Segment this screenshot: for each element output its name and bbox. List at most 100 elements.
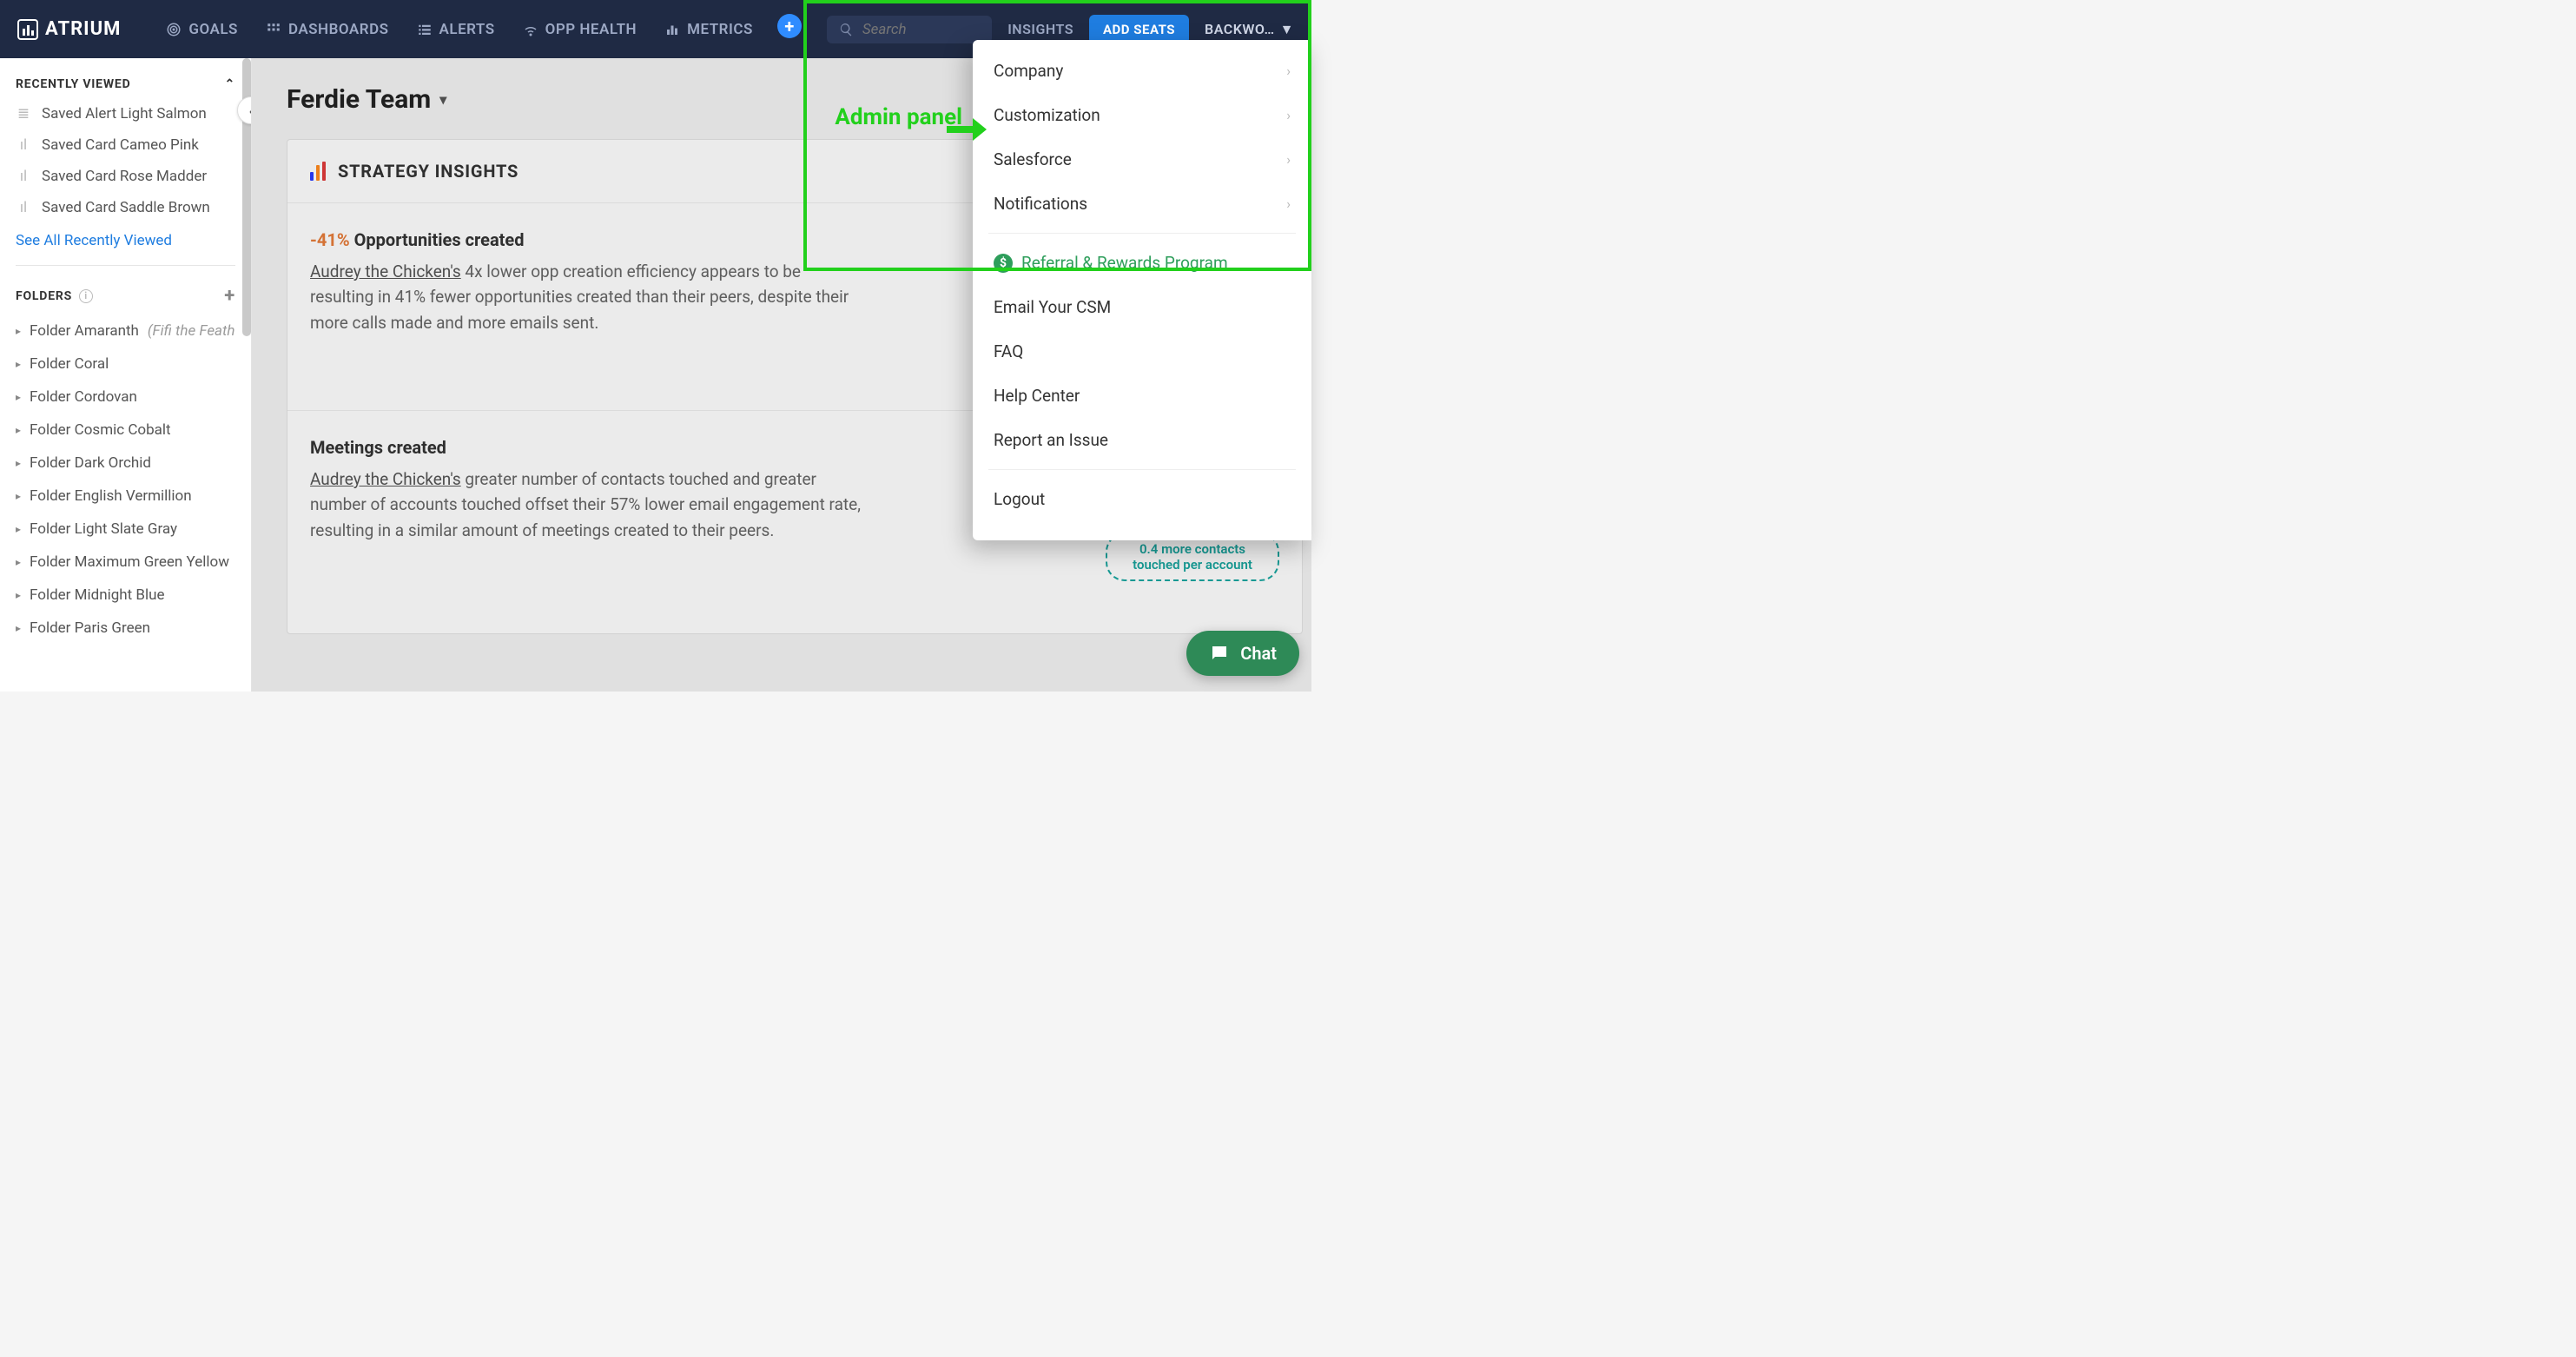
item-icon: ıl — [16, 168, 31, 185]
recently-viewed-toggle[interactable]: RECENTLY VIEWED ⌃ — [16, 77, 235, 91]
caret-right-icon: ▸ — [16, 523, 21, 535]
nav-metrics[interactable]: METRICS — [654, 14, 763, 45]
folder-name: Folder Midnight Blue — [30, 586, 165, 604]
chevron-up-icon: ⌃ — [224, 77, 235, 91]
info-icon[interactable]: i — [79, 289, 93, 303]
folder-name: Folder Amaranth — [30, 322, 139, 340]
chat-widget[interactable]: Chat — [1186, 631, 1299, 676]
chevron-right-icon: › — [1286, 151, 1291, 168]
folder-extra: (Fifi the Feathe… — [148, 322, 235, 340]
chevron-right-icon: › — [1286, 195, 1291, 212]
brand-logo[interactable]: ATRIUM — [17, 18, 121, 40]
folder-item[interactable]: ▸ Folder Amaranth (Fifi the Feathe… — [16, 322, 235, 340]
recent-item-label: Saved Card Cameo Pink — [42, 136, 199, 154]
item-icon: ≣ — [16, 105, 31, 122]
recently-viewed-label: RECENTLY VIEWED — [16, 77, 130, 91]
search-box[interactable] — [827, 16, 992, 43]
dropdown-item[interactable]: Notifications› — [973, 182, 1311, 226]
add-button[interactable]: + — [777, 14, 802, 38]
nav-opp-health-label: OPP HEALTH — [545, 21, 637, 38]
search-icon — [839, 21, 854, 38]
nav-goals-label: GOALS — [188, 21, 238, 38]
folder-item[interactable]: ▸Folder Midnight Blue — [16, 586, 235, 604]
brand-text: ATRIUM — [45, 18, 121, 40]
nav-goals[interactable]: GOALS — [155, 14, 248, 45]
divider — [16, 265, 235, 266]
caret-right-icon: ▸ — [16, 358, 21, 370]
folder-name: Folder English Vermillion — [30, 487, 192, 505]
folder-name: Folder Cordovan — [30, 388, 137, 406]
bars-icon — [664, 22, 680, 37]
add-folder-button[interactable]: + — [224, 285, 235, 307]
nav-dashboards[interactable]: DASHBOARDS — [255, 14, 400, 45]
folder-item[interactable]: ▸ Folder Paris Green — [16, 619, 235, 637]
folder-name: Folder Paris Green — [30, 619, 150, 637]
dropdown-item-label: FAQ — [994, 341, 1023, 361]
recent-item[interactable]: ≣ Saved Alert Light Salmon — [16, 105, 235, 122]
folder-item[interactable]: ▸ Folder Light Slate Gray — [16, 520, 235, 538]
dropdown-item[interactable]: FAQ — [973, 329, 1311, 374]
nav-items: GOALS DASHBOARDS ALERTS OPP HEALTH METRI… — [155, 14, 801, 45]
recent-item[interactable]: ılSaved Card Rose Madder — [16, 168, 235, 185]
dropdown-item-label: Customization — [994, 105, 1100, 125]
dropdown-item-label: Help Center — [994, 386, 1080, 406]
folder-item[interactable]: ▸Folder Dark Orchid — [16, 454, 235, 472]
user-label: BACKWO… — [1205, 21, 1275, 37]
dropdown-item[interactable]: Report an Issue — [973, 418, 1311, 462]
dropdown-item-label: Email Your CSM — [994, 297, 1111, 317]
recent-item-label: Saved Alert Light Salmon — [42, 105, 207, 122]
dropdown-item[interactable]: Customization › — [973, 93, 1311, 137]
dropdown-item-label: Report an Issue — [994, 430, 1108, 450]
grid-icon — [266, 22, 281, 37]
chevron-right-icon: › — [1286, 63, 1291, 79]
referral-label: Referral & Rewards Program — [1021, 253, 1228, 273]
dropdown-item[interactable]: Email Your CSM — [973, 285, 1311, 329]
dropdown-item-label: Salesforce — [994, 149, 1072, 169]
item-icon: ıl — [16, 136, 31, 154]
dropdown-item[interactable]: Salesforce › — [973, 137, 1311, 182]
caret-right-icon: ▸ — [16, 490, 21, 502]
folder-item[interactable]: ▸ Folder Maximum Green Yellow — [16, 553, 235, 571]
recent-item[interactable]: ıl Saved Card Cameo Pink — [16, 136, 235, 154]
chat-label: Chat — [1240, 643, 1277, 664]
search-input[interactable] — [862, 21, 980, 38]
nav-metrics-label: METRICS — [687, 21, 753, 38]
brand-icon — [17, 19, 38, 40]
folder-name: Folder Light Slate Gray — [30, 520, 177, 538]
sidebar: RECENTLY VIEWED ⌃ ≣ Saved Alert Light Sal… — [0, 58, 252, 692]
caret-right-icon: ▸ — [16, 391, 21, 403]
logout-label: Logout — [994, 489, 1045, 509]
divider — [988, 469, 1296, 470]
list-icon — [417, 22, 433, 37]
divider — [988, 233, 1296, 234]
folder-item[interactable]: ▸Folder Cosmic Cobalt — [16, 421, 235, 439]
see-all-recent-link[interactable]: See All Recently Viewed — [16, 232, 172, 249]
dropdown-item[interactable]: Company› — [973, 49, 1311, 93]
recent-item-label: Saved Card Saddle Brown — [42, 199, 210, 216]
folder-name: Folder Dark Orchid — [30, 454, 151, 472]
referral-link[interactable]: $ Referral & Rewards Program — [973, 241, 1311, 285]
logout-link[interactable]: Logout — [973, 477, 1311, 521]
folder-name: Folder Coral — [30, 355, 109, 373]
wifi-icon — [523, 22, 538, 37]
nav-opp-health[interactable]: OPP HEALTH — [512, 14, 647, 45]
user-dropdown-panel: Company›Customization›Salesforce›Notific… — [973, 40, 1311, 540]
recent-item[interactable]: ıl Saved Card Saddle Brown — [16, 199, 235, 216]
caret-right-icon: ▸ — [16, 556, 21, 568]
nav-alerts[interactable]: ALERTS — [406, 14, 505, 45]
annotation-arrow-icon — [945, 115, 988, 144]
chevron-down-icon: ▼ — [1280, 21, 1294, 38]
folder-name: Folder Maximum Green Yellow — [30, 553, 229, 571]
caret-right-icon: ▸ — [16, 622, 21, 634]
folder-item[interactable]: ▸ Folder English Vermillion — [16, 487, 235, 505]
user-menu-trigger[interactable]: BACKWO… ▼ — [1205, 21, 1294, 38]
folders-label: FOLDERS — [16, 289, 72, 303]
sidebar-collapse-button[interactable]: ‹ — [237, 96, 252, 124]
insights-link[interactable]: INSIGHTS — [1007, 21, 1073, 37]
item-icon: ıl — [16, 199, 31, 216]
chevron-right-icon: › — [1286, 107, 1291, 123]
caret-right-icon: ▸ — [16, 325, 21, 337]
folder-item[interactable]: ▸ Folder Cordovan — [16, 388, 235, 406]
folder-item[interactable]: ▸ Folder Coral — [16, 355, 235, 373]
dropdown-item[interactable]: Help Center — [973, 374, 1311, 418]
